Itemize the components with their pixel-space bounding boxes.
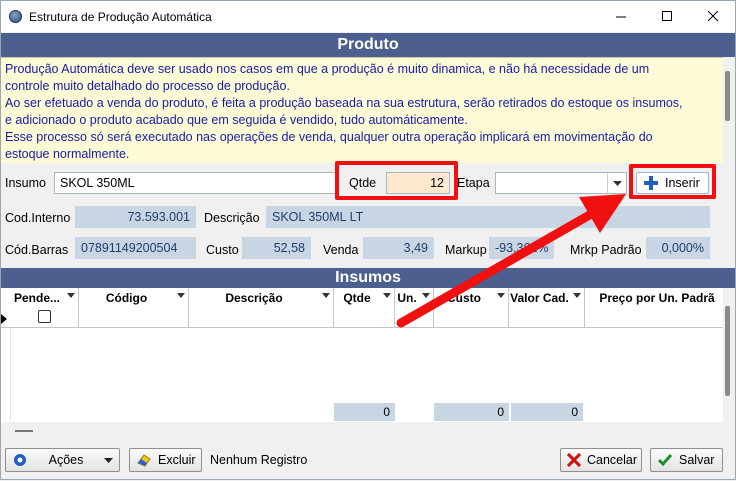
annotation-arrow — [396, 194, 626, 328]
cancelar-button[interactable]: Cancelar — [560, 448, 642, 472]
gear-icon — [12, 452, 28, 468]
chevron-down-icon — [104, 457, 113, 463]
salvar-label: Salvar — [679, 453, 715, 467]
window: Estrutura de Produção Automática Produto… — [0, 0, 736, 480]
acoes-dropdown-button[interactable]: Ações — [5, 448, 120, 472]
acoes-label: Ações — [48, 453, 84, 467]
excluir-button[interactable]: Excluir — [129, 448, 202, 472]
checkmark-icon — [657, 452, 673, 468]
eraser-icon — [136, 452, 152, 468]
status-text: Nenhum Registro — [210, 453, 308, 467]
salvar-button[interactable]: Salvar — [650, 448, 723, 472]
cancel-icon — [567, 452, 581, 468]
excluir-label: Excluir — [158, 453, 196, 467]
cancelar-label: Cancelar — [587, 453, 638, 467]
